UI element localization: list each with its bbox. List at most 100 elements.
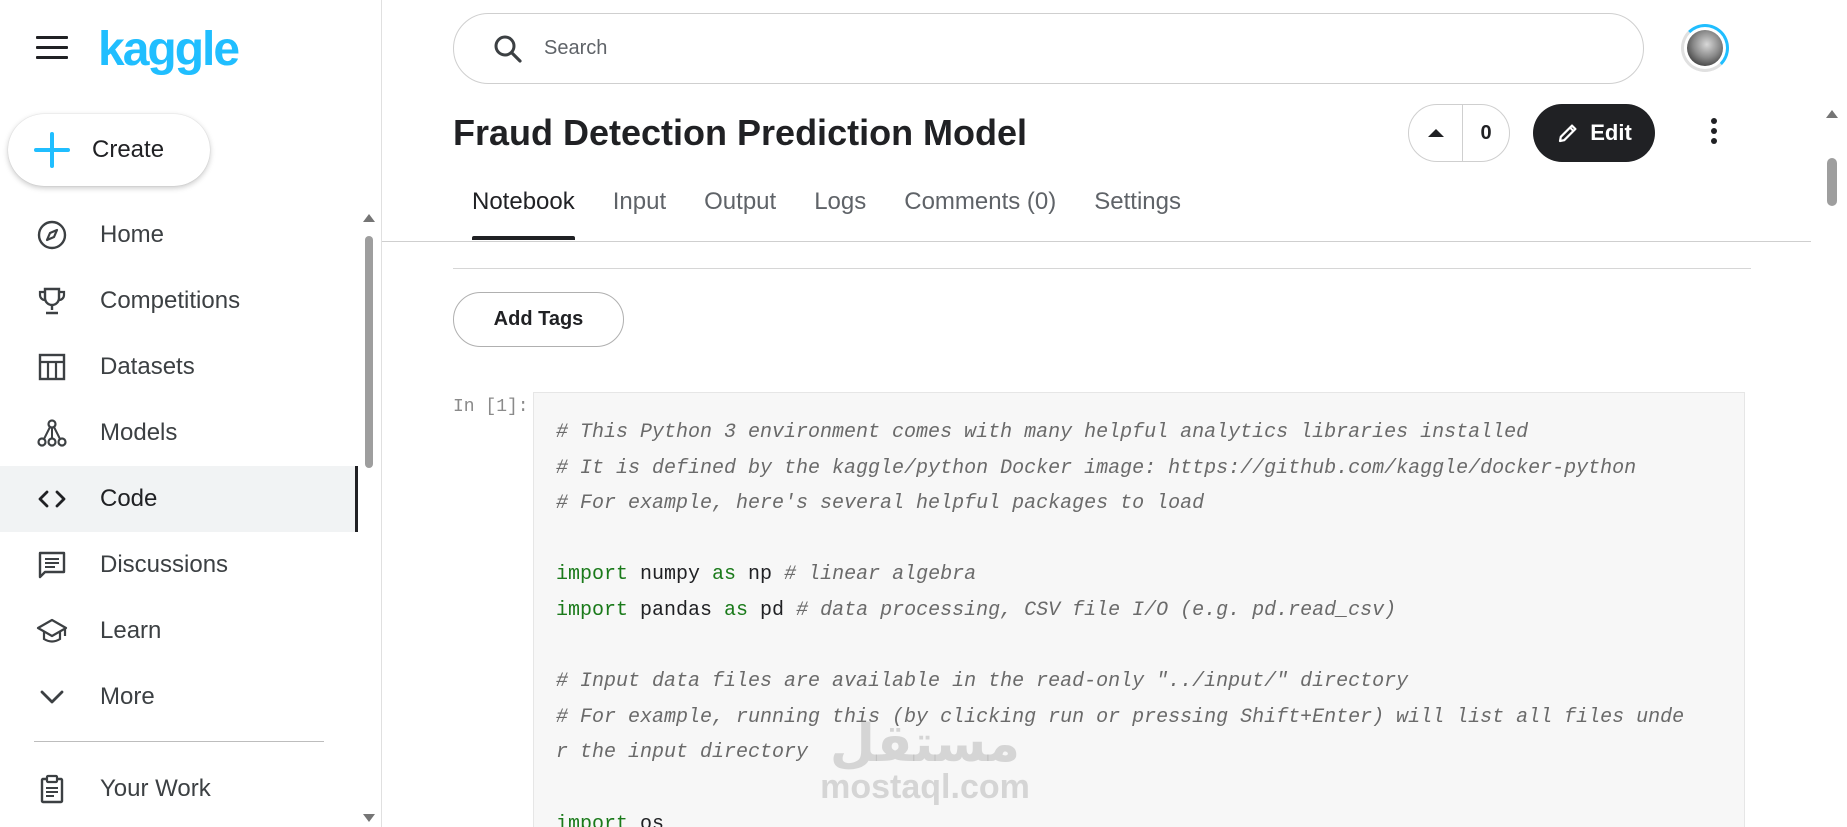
main-scrollbar[interactable] bbox=[1824, 104, 1840, 827]
code-comment: # It is defined by the kaggle/python Doc… bbox=[556, 456, 1637, 480]
kaggle-logo[interactable]: kaggle bbox=[98, 22, 240, 77]
code-keyword: as bbox=[724, 598, 749, 622]
code-comment: # data processing, CSV file I/O (e.g. pd… bbox=[796, 598, 1397, 622]
sidebar-item-more[interactable]: More bbox=[0, 664, 358, 730]
upvote-icon bbox=[1427, 129, 1444, 137]
sidebar-item-label: More bbox=[100, 683, 155, 710]
code-line: # For example, running this (by clicking… bbox=[556, 700, 1684, 736]
scroll-up-icon[interactable] bbox=[1826, 110, 1838, 118]
page-title: Fraud Detection Prediction Model bbox=[453, 112, 1028, 153]
code-comment: # For example, running this (by clicking… bbox=[556, 705, 1685, 729]
scroll-thumb[interactable] bbox=[1827, 158, 1837, 206]
sidebar-item-datasets[interactable]: Datasets bbox=[0, 334, 358, 400]
avatar[interactable] bbox=[1681, 24, 1729, 72]
models-icon bbox=[35, 416, 69, 450]
sidebar-header: kaggle bbox=[0, 0, 381, 100]
code-text: numpy bbox=[628, 563, 713, 587]
cell-prompt: In [1]: bbox=[453, 397, 529, 417]
code-line: import pandas as pd # data processing, C… bbox=[556, 593, 1684, 629]
tab-notebook[interactable]: Notebook bbox=[453, 180, 594, 242]
code-keyword: import bbox=[556, 812, 629, 827]
sidebar-item-label: Competitions bbox=[100, 287, 241, 314]
sidebar-item-learn[interactable]: Learn bbox=[0, 598, 358, 664]
compass-icon bbox=[35, 218, 69, 252]
sidebar-item-home[interactable]: Home bbox=[0, 202, 358, 268]
code-comment: # linear algebra bbox=[784, 563, 977, 587]
sidebar-item-code[interactable]: Code bbox=[0, 466, 358, 532]
sidebar-item-label: Home bbox=[100, 221, 165, 248]
sidebar-item-discussions[interactable]: Discussions bbox=[0, 532, 358, 598]
create-button[interactable]: Create bbox=[8, 114, 210, 186]
code-line: import numpy as np # linear algebra bbox=[556, 557, 1684, 593]
code-line: r the input directory bbox=[556, 735, 1684, 771]
tab-comments[interactable]: Comments (0) bbox=[885, 180, 1075, 242]
sidebar-divider bbox=[34, 741, 324, 742]
comment-icon bbox=[35, 548, 69, 582]
code-block: # This Python 3 environment comes with m… bbox=[556, 415, 1684, 827]
code-line: # It is defined by the kaggle/python Doc… bbox=[556, 451, 1684, 487]
edit-label: Edit bbox=[1590, 120, 1632, 145]
code-comment: # Input data files are available in the … bbox=[556, 670, 1409, 694]
chevron-down-icon bbox=[35, 680, 69, 714]
pencil-icon bbox=[1559, 124, 1577, 143]
sidebar-item-label: Datasets bbox=[100, 353, 195, 380]
watermark-arabic: مستقل bbox=[829, 714, 1021, 774]
tab-logs[interactable]: Logs bbox=[795, 180, 885, 242]
search-bar[interactable] bbox=[453, 13, 1644, 84]
sidebar-scrollbar[interactable] bbox=[362, 210, 376, 827]
sidebar-item-your-work[interactable]: Your Work bbox=[0, 756, 358, 822]
tabs-divider bbox=[382, 241, 1811, 242]
search-icon bbox=[494, 35, 522, 63]
more-options-icon[interactable] bbox=[1706, 118, 1722, 148]
clipboard-icon bbox=[35, 772, 69, 806]
watermark: مستقل mostaql.com bbox=[810, 718, 1040, 804]
code-text: pd bbox=[748, 598, 797, 622]
sidebar: kaggle Create Home Competitions Datasets bbox=[0, 0, 382, 827]
code-line: # This Python 3 environment comes with m… bbox=[556, 415, 1684, 451]
trophy-icon bbox=[35, 284, 69, 318]
sidebar-item-competitions[interactable]: Competitions bbox=[0, 268, 358, 334]
code-line: # For example, here's several helpful pa… bbox=[556, 486, 1684, 522]
create-label: Create bbox=[92, 136, 165, 163]
code-comment: r the input directory bbox=[556, 741, 809, 765]
code-keyword: import bbox=[556, 598, 629, 622]
sidebar-item-label: Models bbox=[100, 419, 178, 446]
code-text: np bbox=[736, 563, 785, 587]
code-text: os bbox=[628, 812, 665, 827]
code-text: pandas bbox=[628, 598, 725, 622]
code-comment: # This Python 3 environment comes with m… bbox=[556, 421, 1529, 444]
sidebar-item-models[interactable]: Models bbox=[0, 400, 358, 466]
code-line: # Input data files are available in the … bbox=[556, 664, 1684, 700]
code-keyword: as bbox=[712, 563, 737, 587]
scroll-thumb[interactable] bbox=[365, 236, 373, 468]
edit-button[interactable]: Edit bbox=[1533, 104, 1655, 162]
tab-settings[interactable]: Settings bbox=[1075, 180, 1200, 242]
code-keyword: import bbox=[556, 563, 629, 587]
school-icon bbox=[35, 614, 69, 648]
code-comment: # For example, here's several helpful pa… bbox=[556, 492, 1205, 516]
add-tags-button[interactable]: Add Tags bbox=[453, 292, 624, 347]
search-input[interactable] bbox=[544, 37, 1544, 60]
scroll-down-icon[interactable] bbox=[363, 814, 375, 822]
code-icon bbox=[35, 482, 69, 516]
upvote-button[interactable] bbox=[1409, 105, 1463, 161]
sidebar-item-label: Code bbox=[100, 485, 158, 512]
watermark-latin: mostaql.com bbox=[820, 768, 1030, 806]
notebook-tabs: Notebook Input Output Logs Comments (0) … bbox=[453, 180, 1200, 242]
sidebar-item-label: Discussions bbox=[100, 551, 229, 578]
tab-input[interactable]: Input bbox=[594, 180, 685, 242]
plus-icon bbox=[32, 130, 72, 170]
scroll-up-icon[interactable] bbox=[363, 214, 375, 222]
table-icon bbox=[35, 350, 69, 384]
sidebar-nav: Home Competitions Datasets Models Code D… bbox=[0, 202, 358, 730]
vote-widget: 0 bbox=[1408, 104, 1510, 162]
menu-icon[interactable] bbox=[36, 36, 68, 62]
code-cell[interactable]: # This Python 3 environment comes with m… bbox=[533, 392, 1745, 827]
code-line: import os bbox=[556, 807, 1684, 827]
tab-output[interactable]: Output bbox=[685, 180, 795, 242]
vote-count: 0 bbox=[1480, 121, 1492, 144]
sidebar-item-label: Your Work bbox=[100, 775, 211, 802]
content-divider bbox=[453, 268, 1751, 269]
